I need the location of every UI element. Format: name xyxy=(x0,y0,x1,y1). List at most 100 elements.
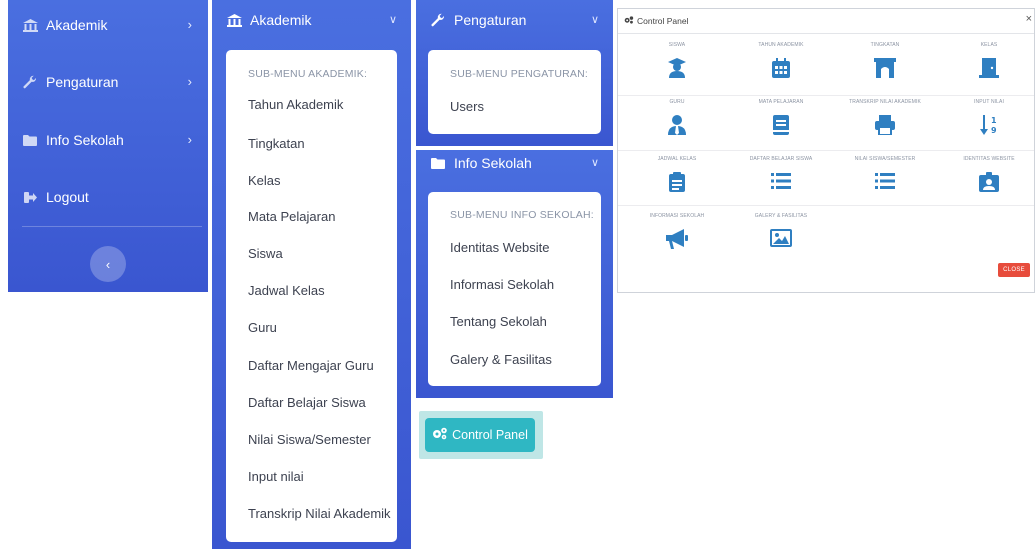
book-icon xyxy=(729,115,833,137)
wrench-icon xyxy=(430,13,446,27)
submenu-item-mata-pelajaran[interactable]: Mata Pelajaran xyxy=(248,209,335,224)
calendar-icon xyxy=(729,58,833,80)
tile-input-nilai[interactable]: INPUT NILAI 19 xyxy=(937,98,1035,137)
sidebar-item-akademik[interactable]: Akademik › xyxy=(8,10,208,40)
akademik-menu-header[interactable]: Akademik ∨ xyxy=(212,0,411,40)
list-icon xyxy=(729,172,833,194)
sidebar-toggle-button[interactable]: ‹ xyxy=(90,246,126,282)
sidebar-item-logout[interactable]: Logout xyxy=(8,182,208,212)
print-icon xyxy=(833,115,937,137)
pengaturan-header-label: Pengaturan xyxy=(454,12,527,28)
chevron-right-icon: › xyxy=(187,74,192,89)
tile-tahun-akademik[interactable]: TAHUN AKADEMIK xyxy=(729,41,833,80)
tile-row: JADWAL KELAS DAFTAR BELAJAR SISWA NILAI … xyxy=(618,155,1034,210)
sort-numeric-icon: 19 xyxy=(937,115,1035,137)
tile-kelas[interactable]: KELAS xyxy=(937,41,1035,80)
cogs-icon xyxy=(624,16,634,26)
submenu-item-tingkatan[interactable]: Tingkatan xyxy=(248,136,305,151)
submenu-title: SUB-MENU PENGATURAN: xyxy=(450,68,588,80)
submenu-title: SUB-MENU AKADEMIK: xyxy=(248,68,368,80)
archway-icon xyxy=(833,58,937,80)
submenu-item-siswa[interactable]: Siswa xyxy=(248,246,283,261)
folder-icon xyxy=(430,157,446,169)
bullhorn-icon xyxy=(625,229,729,251)
tile-row: INFORMASI SEKOLAH GALERY & FASILITAS xyxy=(618,212,1034,267)
submenu-item-users[interactable]: Users xyxy=(450,99,484,114)
pengaturan-submenu-card: SUB-MENU PENGATURAN: Users xyxy=(428,50,601,134)
wrench-icon xyxy=(22,75,38,89)
folder-icon xyxy=(22,134,38,146)
chevron-right-icon: › xyxy=(187,17,192,32)
modal-header-divider xyxy=(618,33,1034,34)
chevron-right-icon: › xyxy=(187,132,192,147)
sign-out-icon xyxy=(22,191,38,203)
submenu-item-guru[interactable]: Guru xyxy=(248,320,277,335)
submenu-item-daftar-mengajar-guru[interactable]: Daftar Mengajar Guru xyxy=(248,358,374,373)
akademik-submenu-card: SUB-MENU AKADEMIK: Tahun Akademik Tingka… xyxy=(226,50,397,542)
image-icon xyxy=(729,229,833,251)
tile-tingkatan[interactable]: TINGKATAN xyxy=(833,41,937,80)
tile-mata-pelajaran[interactable]: MATA PELAJARAN xyxy=(729,98,833,137)
sidebar-item-label: Info Sekolah xyxy=(46,132,124,148)
submenu-item-kelas[interactable]: Kelas xyxy=(248,173,281,188)
sidebar-divider xyxy=(22,226,202,227)
submenu-title: SUB-MENU INFO SEKOLAH: xyxy=(450,209,594,221)
svg-text:1: 1 xyxy=(991,116,997,125)
id-badge-icon xyxy=(937,172,1035,194)
info-sekolah-expanded-panel: Info Sekolah ∨ SUB-MENU INFO SEKOLAH: Id… xyxy=(416,150,613,398)
university-icon xyxy=(22,18,38,32)
modal-title: Control Panel xyxy=(624,16,689,26)
submenu-item-informasi-sekolah[interactable]: Informasi Sekolah xyxy=(450,277,554,292)
control-panel-button-focus-ring: Control Panel xyxy=(419,411,543,459)
clipboard-icon xyxy=(625,172,729,194)
submenu-item-identitas-website[interactable]: Identitas Website xyxy=(450,240,549,255)
akademik-header-label: Akademik xyxy=(250,12,312,28)
submenu-item-tentang-sekolah[interactable]: Tentang Sekolah xyxy=(450,314,547,329)
submenu-item-jadwal-kelas[interactable]: Jadwal Kelas xyxy=(248,283,325,298)
submenu-item-tahun-akademik[interactable]: Tahun Akademik xyxy=(248,97,343,112)
svg-text:9: 9 xyxy=(991,126,997,135)
control-panel-button-label: Control Panel xyxy=(452,428,528,442)
submenu-item-galery-fasilitas[interactable]: Galery & Fasilitas xyxy=(450,352,552,367)
submenu-item-input-nilai[interactable]: Input nilai xyxy=(248,469,304,484)
pengaturan-menu-header[interactable]: Pengaturan ∨ xyxy=(416,0,613,40)
tile-siswa[interactable]: SISWA xyxy=(625,41,729,80)
tile-row: SISWA TAHUN AKADEMIK TINGKATAN KELAS xyxy=(618,41,1034,96)
chevron-left-icon: ‹ xyxy=(105,256,111,272)
info-sekolah-menu-header[interactable]: Info Sekolah ∨ xyxy=(416,150,613,176)
submenu-item-nilai-siswa-semester[interactable]: Nilai Siswa/Semester xyxy=(248,432,371,447)
submenu-item-transkrip-nilai-akademik[interactable]: Transkrip Nilai Akademik xyxy=(248,506,391,521)
tile-nilai-siswa-semester[interactable]: NILAI SISWA/SEMESTER xyxy=(833,155,937,194)
sidebar-item-pengaturan[interactable]: Pengaturan › xyxy=(8,67,208,97)
tile-transkrip-nilai-akademik[interactable]: TRANSKRIP NILAI AKADEMIK xyxy=(833,98,937,137)
list-icon xyxy=(833,172,937,194)
row-divider xyxy=(618,150,1034,151)
sidebar-collapsed-panel: Akademik › Pengaturan › Info Sekolah › L… xyxy=(8,0,208,292)
university-icon xyxy=(226,13,242,27)
chevron-down-icon: ∨ xyxy=(590,14,599,26)
control-panel-modal: Control Panel × SISWA TAHUN AKADEMIK TIN… xyxy=(617,8,1035,293)
sidebar-item-label: Akademik xyxy=(46,17,108,33)
row-divider xyxy=(618,95,1034,96)
sidebar-item-label: Logout xyxy=(46,189,89,205)
info-sekolah-submenu-card: SUB-MENU INFO SEKOLAH: Identitas Website… xyxy=(428,192,601,386)
modal-close-icon[interactable]: × xyxy=(1026,13,1032,25)
graduate-icon xyxy=(625,58,729,80)
sidebar-item-info-sekolah[interactable]: Info Sekolah › xyxy=(8,125,208,155)
control-panel-button[interactable]: Control Panel xyxy=(425,418,535,452)
chevron-down-icon: ∨ xyxy=(590,157,599,169)
tile-guru[interactable]: GURU xyxy=(625,98,729,137)
cogs-icon xyxy=(432,427,448,443)
tile-galery-fasilitas[interactable]: GALERY & FASILITAS xyxy=(729,212,833,251)
user-tie-icon xyxy=(625,115,729,137)
tile-identitas-website[interactable]: IDENTITAS WEBSITE xyxy=(937,155,1035,194)
tile-daftar-belajar-siswa[interactable]: DAFTAR BELAJAR SISWA xyxy=(729,155,833,194)
tile-jadwal-kelas[interactable]: JADWAL KELAS xyxy=(625,155,729,194)
modal-title-text: Control Panel xyxy=(637,16,689,26)
modal-close-button[interactable]: CLOSE xyxy=(998,263,1030,277)
tile-informasi-sekolah[interactable]: INFORMASI SEKOLAH xyxy=(625,212,729,251)
akademik-expanded-panel: Akademik ∨ SUB-MENU AKADEMIK: Tahun Akad… xyxy=(212,0,411,549)
door-icon xyxy=(937,58,1035,80)
chevron-down-icon: ∨ xyxy=(388,14,397,26)
submenu-item-daftar-belajar-siswa[interactable]: Daftar Belajar Siswa xyxy=(248,395,366,410)
